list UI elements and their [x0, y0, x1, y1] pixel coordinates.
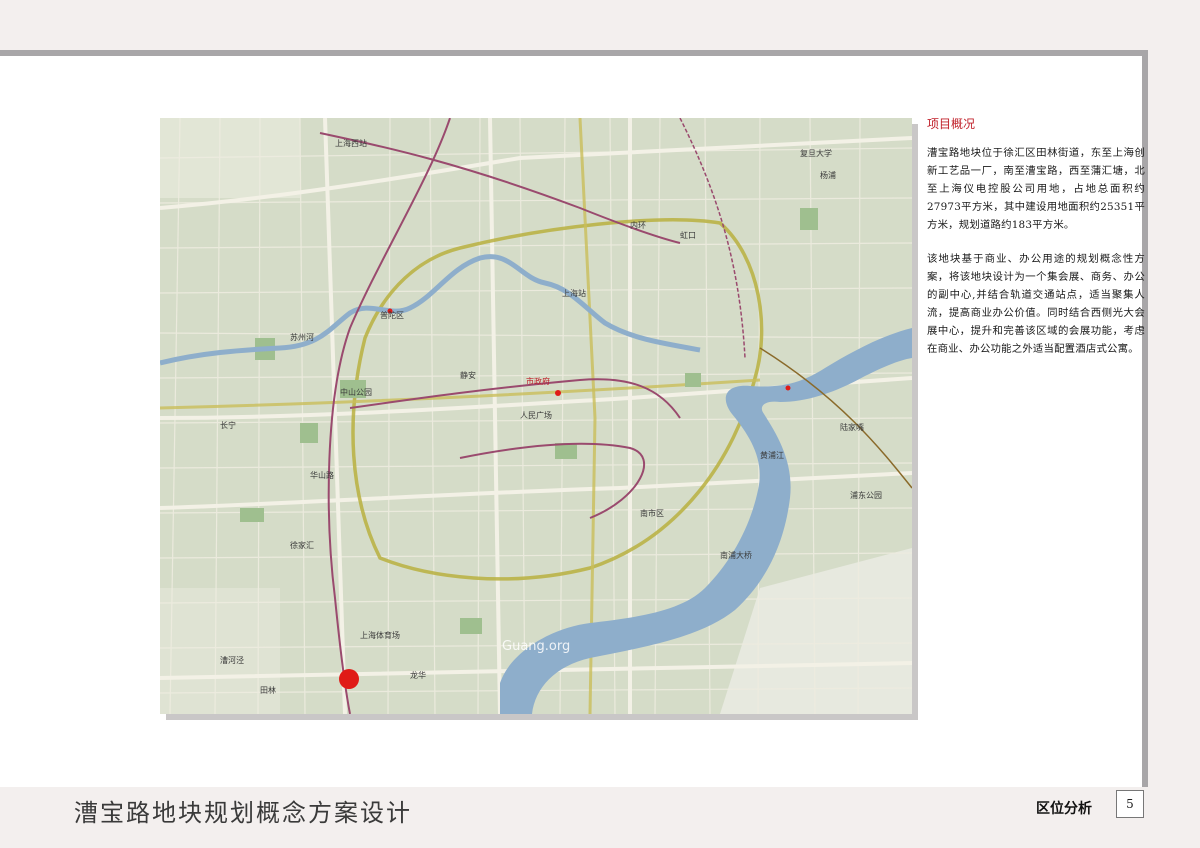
document-title: 漕宝路地块规划概念方案设计: [74, 799, 412, 827]
overview-paragraph-2: 该地块基于商业、办公用途的规划概念性方案，将该地块设计为一个集会展、商务、办公的…: [927, 253, 1145, 355]
label-putuo: 普陀区: [380, 310, 404, 320]
site-location-marker: [339, 669, 359, 689]
label-jingan: 静安: [460, 370, 476, 380]
label-huangpu-river: 黄浦江: [760, 450, 784, 460]
label-caohejing: 漕河泾: [220, 655, 244, 665]
label-xujiahui: 徐家汇: [290, 540, 314, 550]
overview-paragraph-1: 漕宝路地块位于徐汇区田林街道，东至上海创新工艺品一厂，南至漕宝路，西至蒲汇塘，北…: [927, 147, 1145, 231]
label-shanghai-west-station: 上海西站: [335, 138, 367, 148]
label-city-government: 市政府: [526, 376, 550, 386]
label-hongkou: 虹口: [680, 231, 696, 240]
label-nanshi: 南市区: [640, 508, 664, 518]
label-nanpu-bridge: 南浦大桥: [720, 550, 752, 560]
label-people-square: 人民广场: [520, 410, 552, 420]
map-graphic: 上海西站 上海站 中山公园 静安 人民广场 市政府 徐家汇 黄浦江 陆家嘴 南浦…: [160, 118, 912, 714]
label-suzhou-creek: 苏州河: [290, 332, 314, 342]
label-fudan: 复旦大学: [800, 148, 832, 158]
label-lujiazui: 陆家嘴: [840, 422, 864, 432]
overview-panel: 项目概况 漕宝路地块位于徐汇区田林街道，东至上海创新工艺品一厂，南至漕宝路，西至…: [927, 116, 1145, 374]
label-pudong-park: 浦东公园: [850, 490, 882, 500]
label-longhua: 龙华: [410, 670, 426, 680]
label-tianlin: 田林: [260, 685, 276, 695]
label-shanghai-stadium: 上海体育场: [360, 630, 400, 640]
label-inner-ring: 内环: [630, 220, 646, 230]
label-zhongshan-park: 中山公园: [340, 387, 372, 397]
label-yangpu: 杨浦: [820, 170, 836, 180]
map-watermark: Guang.org: [502, 639, 570, 654]
section-label: 区位分析: [1036, 801, 1092, 817]
location-map: 上海西站 上海站 中山公园 静安 人民广场 市政府 徐家汇 黄浦江 陆家嘴 南浦…: [160, 118, 912, 714]
overview-heading: 项目概况: [927, 117, 976, 131]
label-huashan-rd: 华山路: [310, 470, 334, 480]
page-number: 5: [1116, 790, 1144, 818]
label-changning: 长宁: [220, 420, 236, 430]
label-shanghai-station: 上海站: [562, 288, 586, 298]
